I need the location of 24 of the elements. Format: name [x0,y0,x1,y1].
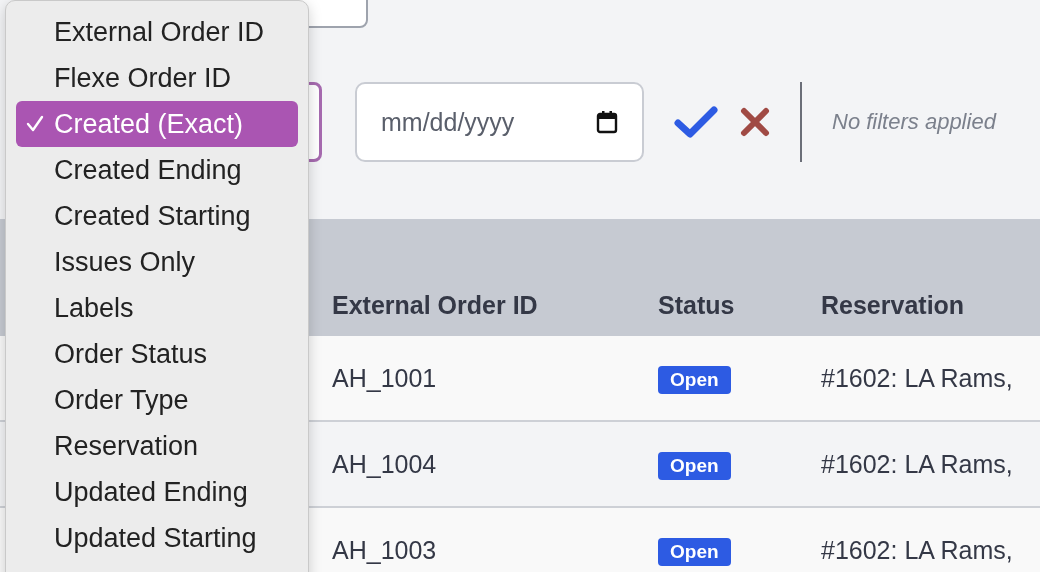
close-icon[interactable] [740,107,770,137]
filter-status-text: No filters applied [832,109,996,135]
column-header: Reservation [821,219,1040,336]
menu-item[interactable]: Created Ending [16,147,298,193]
date-placeholder: mm/dd/yyyy [381,107,515,137]
status-badge: Open [658,451,731,480]
checkmark-icon [26,115,44,133]
column-header: Status [658,219,821,336]
menu-item[interactable]: Flexe Order ID [16,55,298,101]
menu-item[interactable]: Reservation [16,423,298,469]
menu-item[interactable]: Labels [16,285,298,331]
table-cell: #1602: LA Rams, [821,336,1040,421]
status-badge: Open [658,537,731,566]
menu-item[interactable]: Created (Exact) [16,101,298,147]
date-field[interactable]: mm/dd/yyyy [355,82,644,162]
menu-item[interactable]: External Order ID [16,9,298,55]
table-cell: #1602: LA Rams, [821,507,1040,572]
menu-item[interactable]: Issues Only [16,239,298,285]
table-cell: #1602: LA Rams, [821,421,1040,507]
status-badge: Open [658,365,731,394]
calendar-icon [596,110,618,134]
checkmark-icon[interactable] [674,105,718,139]
menu-item[interactable]: Updated Starting [16,515,298,561]
menu-item[interactable]: Order Type [16,377,298,423]
